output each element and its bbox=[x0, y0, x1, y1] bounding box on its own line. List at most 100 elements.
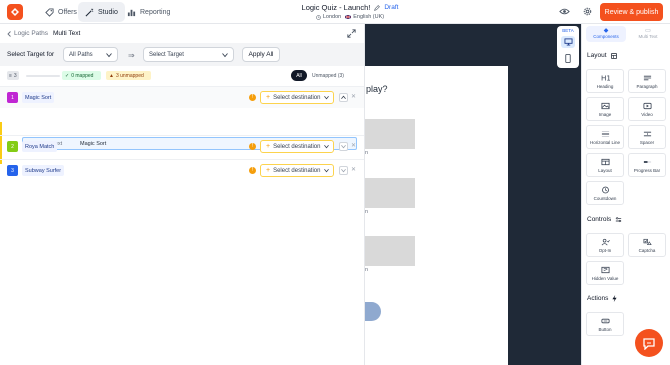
gear-icon[interactable] bbox=[582, 6, 593, 17]
expand-row-button[interactable] bbox=[339, 166, 348, 175]
path-label: Subway Surfer bbox=[22, 165, 65, 176]
location-info: London bbox=[316, 14, 341, 20]
path-number: 2 bbox=[7, 141, 18, 152]
breadcrumb-back[interactable]: Logic Paths bbox=[7, 30, 48, 37]
preview-option-3-label: n bbox=[365, 267, 369, 273]
mobile-view-button[interactable] bbox=[561, 52, 575, 64]
component-heading[interactable]: H1 Heading bbox=[586, 69, 624, 93]
destination-select[interactable]: + Select destination bbox=[260, 164, 334, 177]
desktop-icon bbox=[564, 38, 572, 46]
button-label: Button bbox=[598, 326, 612, 332]
list-icon: ≡ bbox=[9, 72, 12, 79]
breadcrumb-back-label: Logic Paths bbox=[14, 30, 48, 37]
remove-icon[interactable]: ✕ bbox=[351, 142, 356, 149]
expand-row-button[interactable] bbox=[339, 142, 348, 151]
path-row-3[interactable]: 3 Subway Surfer ! + Select destination ✕ bbox=[0, 159, 364, 181]
collapse-button[interactable] bbox=[339, 93, 348, 102]
svg-text:H1: H1 bbox=[601, 74, 610, 82]
page-title[interactable]: Logic Quiz - Launch! bbox=[302, 3, 371, 12]
chevron-down-icon bbox=[341, 145, 346, 149]
controls-title-text: Controls bbox=[587, 216, 612, 223]
filter-toggle: All Unmapped (3) bbox=[291, 70, 357, 81]
location-label: London bbox=[322, 14, 342, 20]
target-select[interactable]: Select Target bbox=[143, 47, 234, 62]
component-progress-bar[interactable]: Progress Bar bbox=[628, 153, 666, 177]
filter-all-button[interactable]: All bbox=[291, 70, 307, 81]
edit-icon[interactable] bbox=[374, 4, 381, 11]
component-video[interactable]: Video bbox=[628, 97, 666, 121]
preview-option-2[interactable] bbox=[365, 178, 415, 208]
preview-option-2-label: n bbox=[365, 209, 369, 215]
warning-icon: ! bbox=[249, 143, 256, 150]
horizontal-line-label: Horizontal Line bbox=[589, 139, 621, 145]
component-image[interactable]: Image bbox=[586, 97, 624, 121]
remove-icon[interactable]: ✕ bbox=[351, 166, 356, 173]
target-selection-row: Select Target for All Paths ⇒ Select Tar… bbox=[0, 43, 364, 66]
preview-option-1[interactable] bbox=[365, 119, 415, 149]
tab-multi-text[interactable]: ▭ Multi Text bbox=[628, 26, 668, 42]
path-row-1[interactable]: 1 Magic Sort ! + Select destination ✕ bbox=[0, 86, 364, 108]
spacer-icon bbox=[643, 131, 651, 136]
opt-in-icon bbox=[601, 238, 610, 245]
expand-icon[interactable] bbox=[346, 28, 357, 39]
component-paragraph[interactable]: Paragraph bbox=[628, 69, 666, 93]
unmapped-badge: ▲ 3 unmapped bbox=[106, 71, 151, 80]
chat-support-button[interactable] bbox=[635, 329, 663, 357]
logic-paths-panel: Logic Paths Multi Text Select Target for… bbox=[0, 24, 365, 365]
eye-icon[interactable] bbox=[559, 6, 570, 17]
review-publish-button[interactable]: Review & publish bbox=[600, 3, 663, 21]
paths-select[interactable]: All Paths bbox=[63, 47, 118, 62]
language-info[interactable]: English (UK) bbox=[345, 14, 384, 20]
component-countdown[interactable]: Countdown bbox=[586, 181, 624, 205]
preview-option-3[interactable] bbox=[365, 236, 415, 266]
heading-icon: H1 bbox=[601, 74, 610, 82]
countdown-label: Countdown bbox=[593, 195, 617, 201]
chevron-up-icon bbox=[341, 95, 346, 99]
captcha-icon bbox=[643, 238, 652, 245]
check-icon: ✓ bbox=[65, 72, 70, 79]
destination-select-label: Select destination bbox=[273, 143, 321, 150]
mobile-icon bbox=[565, 53, 571, 63]
destination-select[interactable]: + Select destination bbox=[260, 91, 334, 104]
tab-components[interactable]: ◆ Components bbox=[586, 26, 626, 42]
apply-all-button[interactable]: Apply All bbox=[242, 47, 280, 62]
component-button[interactable]: Button bbox=[586, 312, 624, 336]
component-hidden-value[interactable]: Hidden Value bbox=[586, 261, 624, 285]
nav-reporting[interactable]: Reporting bbox=[120, 2, 177, 22]
top-bar: Offers Studio Reporting Logic Quiz - Lau… bbox=[0, 0, 670, 24]
component-spacer[interactable]: Spacer bbox=[628, 125, 666, 149]
status-badge: Draft bbox=[384, 4, 399, 11]
mapped-badge-text: 0 mapped bbox=[71, 72, 94, 79]
nav-reporting-label: Reporting bbox=[140, 8, 171, 16]
tab-multi-text-label: Multi Text bbox=[638, 34, 658, 39]
chevron-down-icon bbox=[341, 169, 346, 173]
app: Offers Studio Reporting Logic Quiz - Lau… bbox=[0, 0, 670, 365]
component-captcha[interactable]: Captcha bbox=[628, 233, 666, 257]
component-horizontal-line[interactable]: Horizontal Line bbox=[586, 125, 624, 149]
path-number: 1 bbox=[7, 92, 18, 103]
clock-icon bbox=[316, 14, 321, 20]
plus-icon: + bbox=[266, 167, 271, 174]
progress-bar-label: Progress Bar bbox=[633, 167, 661, 173]
path-label: Roya Match bbox=[22, 141, 58, 152]
tag-icon bbox=[45, 7, 54, 17]
actions-title-text: Actions bbox=[587, 295, 609, 302]
component-opt-in[interactable]: Opt-In bbox=[586, 233, 624, 257]
path-row-2[interactable]: 2 Roya Match ! + Select destination ✕ bbox=[0, 135, 364, 157]
preview-question[interactable]: play? bbox=[366, 84, 388, 94]
filter-unmapped-button[interactable]: Unmapped (3) bbox=[312, 73, 344, 79]
path-number: 3 bbox=[7, 165, 18, 176]
path-label: Magic Sort bbox=[22, 92, 55, 103]
preview-option-1-label: n bbox=[365, 150, 369, 156]
layout-section-icon bbox=[610, 52, 617, 59]
nav-studio[interactable]: Studio bbox=[78, 2, 125, 22]
app-logo[interactable] bbox=[7, 4, 23, 20]
uk-flag-icon bbox=[345, 15, 352, 19]
desktop-view-button[interactable] bbox=[561, 36, 575, 48]
chat-icon bbox=[643, 337, 655, 350]
destination-select[interactable]: + Select destination bbox=[260, 140, 334, 153]
component-layout[interactable]: Layout bbox=[586, 153, 624, 177]
remove-icon[interactable]: ✕ bbox=[351, 93, 356, 100]
layout-label: Layout bbox=[598, 167, 612, 173]
paragraph-icon bbox=[643, 75, 651, 80]
